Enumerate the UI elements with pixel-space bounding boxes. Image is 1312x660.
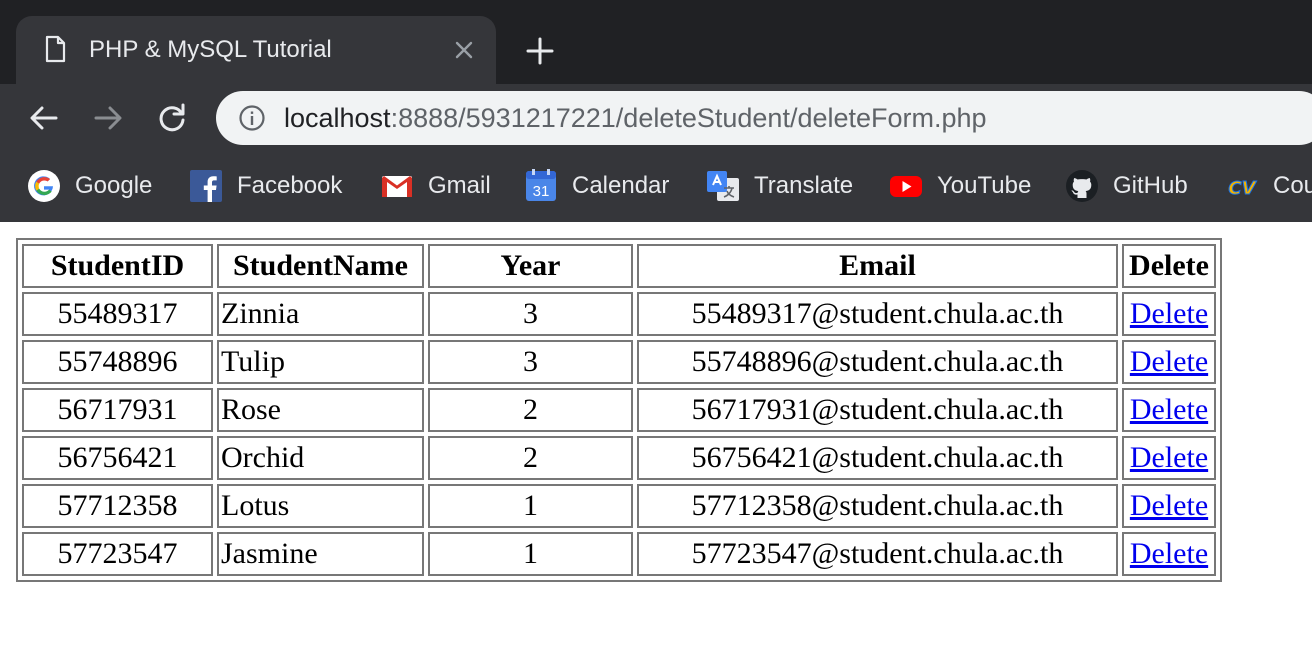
header-email: Email xyxy=(637,244,1118,288)
cell-student-name: Lotus xyxy=(217,484,424,528)
cv-icon-text: CV xyxy=(1228,178,1257,199)
tab-strip: PHP & MySQL Tutorial xyxy=(0,0,1312,84)
github-icon xyxy=(1066,170,1098,202)
bookmark-label: Cou xyxy=(1273,172,1312,199)
cell-student-id: 56717931 xyxy=(22,388,213,432)
table-header-row: StudentID StudentName Year Email Delete xyxy=(22,244,1216,288)
url-path: :8888/5931217221/deleteStudent/deleteFor… xyxy=(390,103,987,133)
bookmarks-bar: Google Facebook Gmail 31 Calendar Transl… xyxy=(0,150,1312,222)
cell-student-id: 55489317 xyxy=(22,292,213,336)
students-table: StudentID StudentName Year Email Delete … xyxy=(16,238,1222,582)
new-tab-plus-icon[interactable] xyxy=(522,33,558,69)
tab-title: PHP & MySQL Tutorial xyxy=(89,36,332,63)
cell-student-id: 57723547 xyxy=(22,532,213,576)
delete-link[interactable]: Delete xyxy=(1130,297,1208,330)
close-icon[interactable] xyxy=(450,36,478,64)
cell-email: 55489317@student.chula.ac.th xyxy=(637,292,1118,336)
bookmark-label: Translate xyxy=(754,172,854,199)
browser-tab[interactable]: PHP & MySQL Tutorial xyxy=(16,16,496,84)
cell-delete: Delete xyxy=(1122,436,1216,480)
table-row: 55748896 Tulip 3 55748896@student.chula.… xyxy=(22,340,1216,384)
info-icon[interactable] xyxy=(238,104,266,132)
cell-email: 56756421@student.chula.ac.th xyxy=(637,436,1118,480)
delete-link[interactable]: Delete xyxy=(1130,393,1208,426)
delete-link[interactable]: Delete xyxy=(1130,441,1208,474)
bookmark-label: GitHub xyxy=(1113,172,1188,199)
bookmark-label: Gmail xyxy=(428,172,491,199)
bookmark-label: Google xyxy=(75,172,153,199)
delete-link[interactable]: Delete xyxy=(1130,345,1208,378)
cell-student-name: Rose xyxy=(217,388,424,432)
cell-student-name: Jasmine xyxy=(217,532,424,576)
url-text[interactable]: localhost:8888/5931217221/deleteStudent/… xyxy=(284,102,987,134)
facebook-icon xyxy=(190,170,222,202)
cell-student-id: 57712358 xyxy=(22,484,213,528)
bookmark-gmail[interactable]: Gmail xyxy=(380,150,491,222)
cell-delete: Delete xyxy=(1122,484,1216,528)
cv-icon: CV xyxy=(1228,178,1258,200)
cell-student-id: 56756421 xyxy=(22,436,213,480)
cell-year: 1 xyxy=(428,532,633,576)
cell-delete: Delete xyxy=(1122,388,1216,432)
header-delete: Delete xyxy=(1122,244,1216,288)
bookmark-youtube[interactable]: YouTube xyxy=(889,150,1031,222)
gmail-icon xyxy=(382,176,412,197)
browser-window: PHP & MySQL Tutorial localhost:8888/5931… xyxy=(0,0,1312,222)
table-row: 56756421 Orchid 2 56756421@student.chula… xyxy=(22,436,1216,480)
cell-delete: Delete xyxy=(1122,532,1216,576)
bookmark-google[interactable]: Google xyxy=(27,150,152,222)
header-student-id: StudentID xyxy=(22,244,213,288)
back-arrow-icon[interactable] xyxy=(26,100,62,136)
youtube-icon xyxy=(890,176,922,197)
bookmark-cv[interactable]: CV Cou xyxy=(1225,150,1312,222)
cell-delete: Delete xyxy=(1122,340,1216,384)
document-icon xyxy=(45,35,66,63)
calendar-icon-text: 31 xyxy=(533,183,550,200)
calendar-icon: 31 xyxy=(526,169,556,201)
google-icon xyxy=(28,170,60,202)
forward-arrow-icon[interactable] xyxy=(90,100,126,136)
address-bar[interactable]: localhost:8888/5931217221/deleteStudent/… xyxy=(216,91,1312,145)
bookmark-github[interactable]: GitHub xyxy=(1065,150,1188,222)
translate-icon xyxy=(707,171,739,201)
bookmark-translate[interactable]: Translate xyxy=(706,150,853,222)
cell-year: 2 xyxy=(428,388,633,432)
cell-email: 55748896@student.chula.ac.th xyxy=(637,340,1118,384)
bookmark-calendar[interactable]: 31 Calendar xyxy=(524,150,669,222)
cell-year: 2 xyxy=(428,436,633,480)
table-row: 57723547 Jasmine 1 57723547@student.chul… xyxy=(22,532,1216,576)
bookmark-label: Calendar xyxy=(572,172,670,199)
cell-year: 1 xyxy=(428,484,633,528)
reload-icon[interactable] xyxy=(154,100,190,136)
cell-email: 56717931@student.chula.ac.th xyxy=(637,388,1118,432)
cell-email: 57723547@student.chula.ac.th xyxy=(637,532,1118,576)
cell-email: 57712358@student.chula.ac.th xyxy=(637,484,1118,528)
table-row: 56717931 Rose 2 56717931@student.chula.a… xyxy=(22,388,1216,432)
delete-link[interactable]: Delete xyxy=(1130,537,1208,570)
bookmark-label: YouTube xyxy=(937,172,1032,199)
toolbar: localhost:8888/5931217221/deleteStudent/… xyxy=(0,84,1312,150)
url-host: localhost xyxy=(284,103,391,133)
cell-year: 3 xyxy=(428,292,633,336)
cell-year: 3 xyxy=(428,340,633,384)
page-content: StudentID StudentName Year Email Delete … xyxy=(0,222,1312,660)
cell-student-name: Zinnia xyxy=(217,292,424,336)
table-row: 57712358 Lotus 1 57712358@student.chula.… xyxy=(22,484,1216,528)
bookmark-facebook[interactable]: Facebook xyxy=(189,150,342,222)
cell-student-name: Tulip xyxy=(217,340,424,384)
table-row: 55489317 Zinnia 3 55489317@student.chula… xyxy=(22,292,1216,336)
cell-delete: Delete xyxy=(1122,292,1216,336)
cell-student-id: 55748896 xyxy=(22,340,213,384)
header-student-name: StudentName xyxy=(217,244,424,288)
delete-link[interactable]: Delete xyxy=(1130,489,1208,522)
cell-student-name: Orchid xyxy=(217,436,424,480)
header-year: Year xyxy=(428,244,633,288)
bookmark-label: Facebook xyxy=(237,172,343,199)
